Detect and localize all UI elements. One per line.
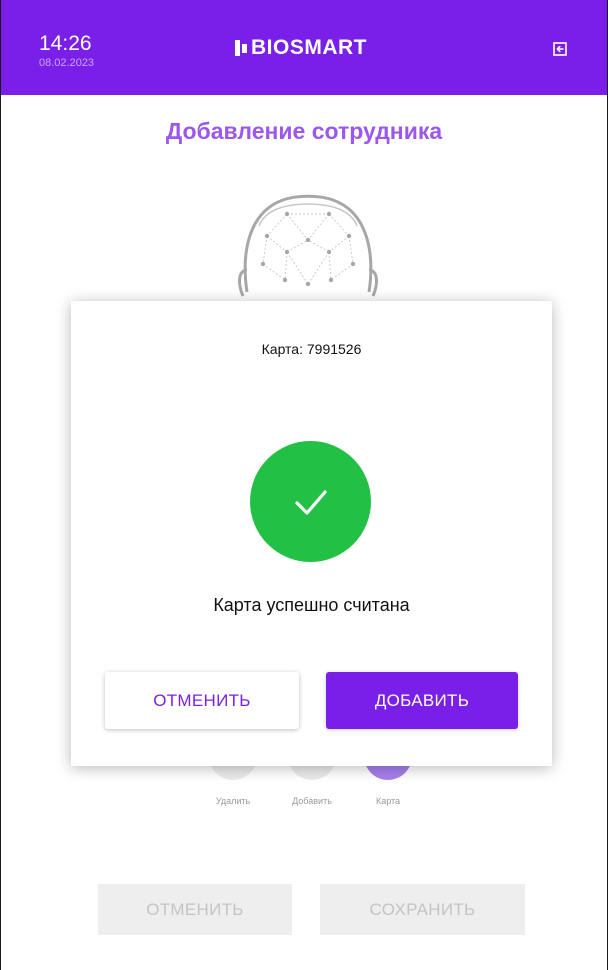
card-number-text: Карта: 7991526 <box>261 341 362 357</box>
success-indicator <box>250 441 371 562</box>
dialog-add-button[interactable]: ДОБАВИТЬ <box>326 672 518 729</box>
brand-mark-icon <box>235 38 247 58</box>
brand-name: BIOSMART <box>251 36 367 59</box>
clock: 14:26 08.02.2023 <box>39 32 95 70</box>
app-screen: 14:26 08.02.2023 BIOSMART Добавление сот… <box>0 0 608 970</box>
checkmark-icon <box>294 489 327 515</box>
card-read-dialog: Карта: 7991526 Карта успешно считана ОТМ… <box>71 301 552 766</box>
brand-logo: BIOSMART <box>235 36 367 59</box>
dialog-cancel-button[interactable]: ОТМЕНИТЬ <box>105 672 299 729</box>
clock-date: 08.02.2023 <box>39 57 95 69</box>
clock-time: 14:26 <box>39 32 92 55</box>
logout-icon[interactable] <box>553 42 567 56</box>
status-message: Карта успешно считана <box>213 595 410 615</box>
app-header: 14:26 08.02.2023 BIOSMART <box>1 0 607 95</box>
